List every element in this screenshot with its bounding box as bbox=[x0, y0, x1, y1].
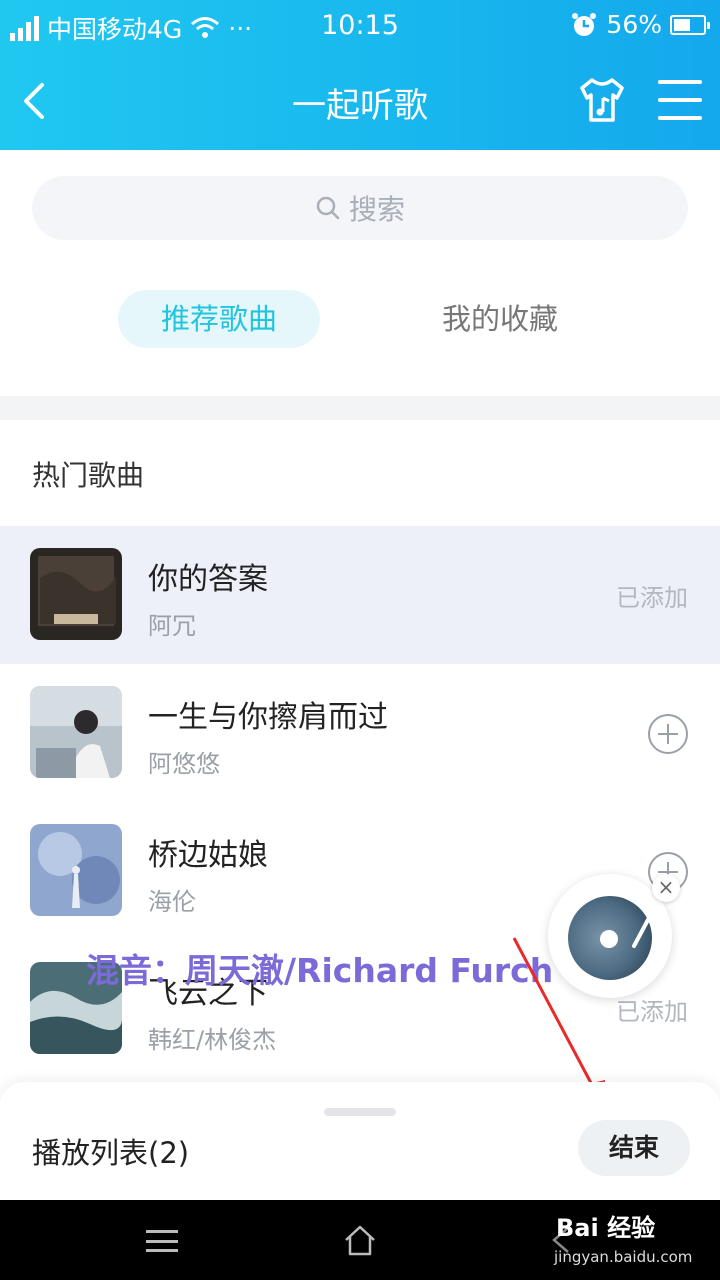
add-song-button[interactable] bbox=[648, 714, 688, 754]
song-title: 你的答案 bbox=[148, 562, 268, 597]
battery-icon bbox=[670, 14, 710, 35]
playlist-label[interactable]: 播放列表(2) bbox=[32, 1130, 189, 1172]
tonearm-icon bbox=[632, 914, 652, 948]
album-cover bbox=[30, 824, 122, 916]
playlist-bar: 播放列表(2) 结束 bbox=[0, 1082, 720, 1200]
added-label: 已添加 bbox=[616, 998, 688, 1026]
tab-recommended[interactable]: 推荐歌曲 bbox=[118, 290, 320, 348]
drag-handle[interactable] bbox=[324, 1108, 396, 1116]
song-artist: 海伦 bbox=[148, 888, 196, 916]
song-title: 一生与你擦肩而过 bbox=[148, 700, 388, 735]
menu-button[interactable] bbox=[658, 80, 702, 120]
home-icon[interactable] bbox=[342, 1222, 378, 1258]
tab-favorites[interactable]: 我的收藏 bbox=[420, 290, 580, 348]
close-player-button[interactable]: × bbox=[652, 874, 680, 902]
mix-credit-overlay: 混音：周天澈/Richard Furch bbox=[86, 951, 554, 990]
section-divider bbox=[0, 396, 720, 420]
battery-percent: 56% bbox=[606, 10, 662, 39]
end-button[interactable]: 结束 bbox=[578, 1120, 690, 1176]
song-row[interactable]: 一生与你擦肩而过 阿悠悠 bbox=[0, 664, 720, 802]
status-right: 56% bbox=[570, 10, 710, 39]
tshirt-music-icon bbox=[580, 78, 624, 122]
app-header: 一起听歌 bbox=[0, 52, 720, 150]
album-cover bbox=[30, 686, 122, 778]
menu-icon bbox=[146, 1230, 178, 1233]
song-artist: 阿冗 bbox=[148, 612, 196, 640]
search-placeholder: 搜索 bbox=[348, 193, 405, 226]
nav-menu-button[interactable] bbox=[146, 1230, 178, 1252]
baidu-url: jingyan.baidu.com bbox=[554, 1248, 693, 1266]
baidu-logo: Bai 经验 bbox=[556, 1214, 656, 1242]
section-title: 热门歌曲 bbox=[32, 459, 145, 492]
status-bar: 中国移动4G ··· 10:15 56% bbox=[0, 0, 720, 52]
song-row[interactable]: 你的答案 阿冗 已添加 bbox=[0, 526, 720, 664]
skin-button[interactable] bbox=[576, 74, 628, 126]
song-artist: 韩红/林俊杰 bbox=[148, 1026, 277, 1054]
album-cover bbox=[30, 548, 122, 640]
search-icon bbox=[316, 196, 340, 220]
song-title: 桥边姑娘 bbox=[148, 838, 268, 873]
menu-icon bbox=[658, 80, 702, 84]
alarm-icon bbox=[572, 12, 597, 36]
song-artist: 阿悠悠 bbox=[148, 750, 220, 778]
added-label: 已添加 bbox=[616, 584, 688, 612]
search-input[interactable]: 搜索 bbox=[32, 176, 688, 240]
